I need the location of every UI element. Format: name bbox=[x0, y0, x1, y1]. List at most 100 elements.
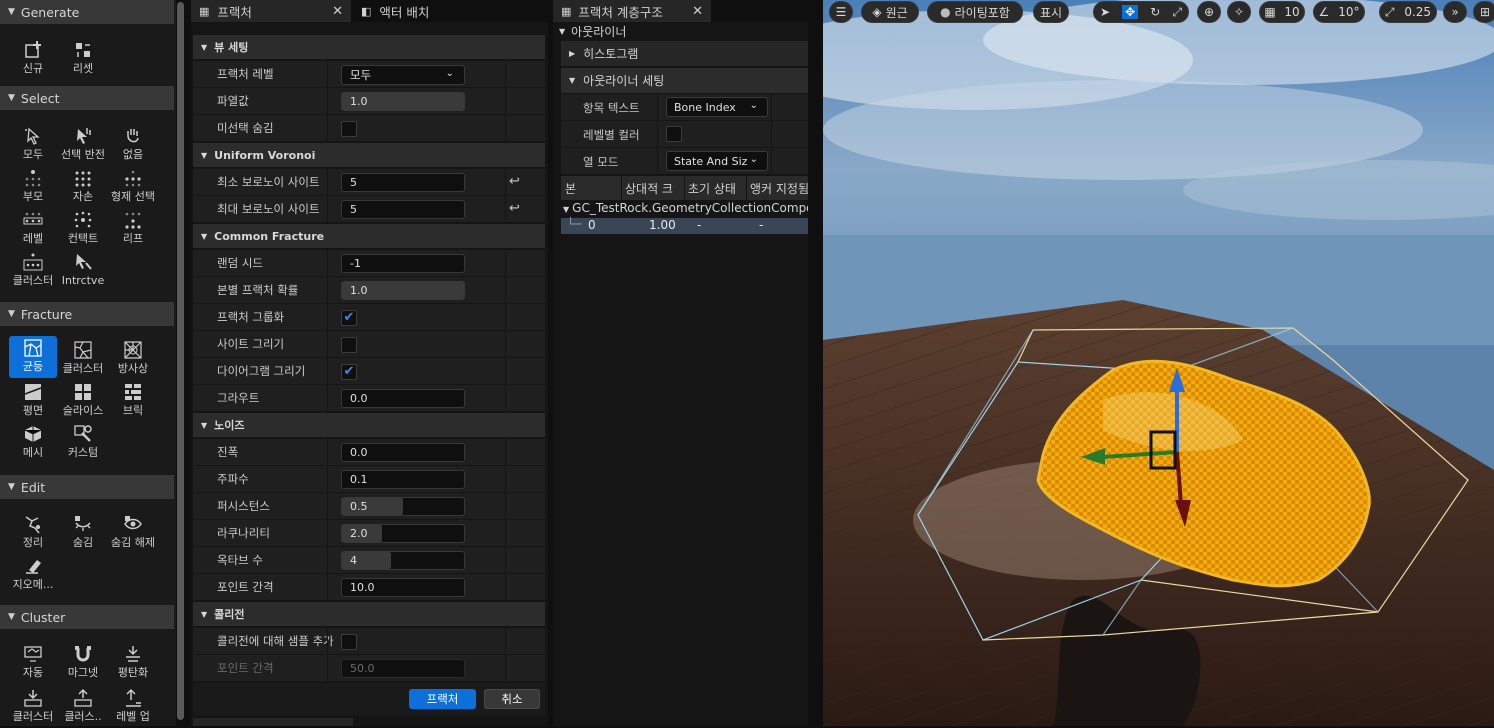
random-seed-input[interactable]: -1 bbox=[341, 254, 465, 273]
amplitude-input[interactable]: 0.0 bbox=[341, 443, 465, 462]
panel-splitter[interactable] bbox=[808, 0, 823, 726]
lighting-button[interactable]: ● 라이팅포함 bbox=[927, 1, 1023, 23]
tree-row[interactable]: └─ 0 1.00 - - bbox=[561, 217, 808, 234]
cluster-cluster-button[interactable]: 클러스터 bbox=[9, 686, 57, 728]
cluster-up-button[interactable]: 클러스.. bbox=[59, 686, 107, 728]
group-fracture-checkbox[interactable]: ✔ bbox=[341, 310, 357, 326]
section-select[interactable]: ▼ Select bbox=[0, 86, 174, 110]
scale-tool-icon[interactable]: ⤢ bbox=[1172, 5, 1182, 20]
section-edit[interactable]: ▼ Edit bbox=[0, 475, 174, 499]
histogram-section[interactable]: ▶ 히스토그램 bbox=[561, 41, 808, 66]
section-cluster[interactable]: ▼ Cluster bbox=[0, 605, 174, 629]
layout-button[interactable]: ⊞ bbox=[1473, 1, 1494, 23]
cluster-flatten-button[interactable]: 평탄화 bbox=[109, 642, 157, 684]
point-spacing-input[interactable]: 10.0 bbox=[341, 578, 465, 597]
edit-geometry-button[interactable]: 지오메... bbox=[9, 554, 57, 596]
group-view-settings[interactable]: ▼ 뷰 세팅 bbox=[193, 35, 545, 59]
grout-input[interactable]: 0.0 bbox=[341, 389, 465, 408]
viewport-menu-button[interactable]: ☰ bbox=[829, 1, 853, 23]
select-invert-button[interactable]: 선택 반전 bbox=[59, 124, 107, 166]
column-header[interactable]: 초기 상태 bbox=[688, 180, 736, 197]
section-generate[interactable]: ▼ Generate bbox=[0, 0, 174, 24]
cluster-auto-button[interactable]: 자동 bbox=[9, 642, 57, 684]
column-header[interactable]: 상대적 크 bbox=[625, 180, 683, 197]
column-mode-dropdown[interactable]: State And Siz ⌄ bbox=[666, 151, 768, 171]
select-parent-button[interactable]: 부모 bbox=[9, 166, 57, 208]
min-sites-input[interactable]: 5 bbox=[341, 173, 465, 192]
tree-root-item[interactable]: ▼ GC_TestRock.GeometryCollectionCompo bbox=[561, 201, 808, 218]
select-siblings-button[interactable]: 형제 선택 bbox=[109, 166, 157, 208]
fracture-clustered-button[interactable]: 클러스터 bbox=[59, 338, 107, 380]
fracture-mesh-button[interactable]: 메시 bbox=[9, 422, 57, 464]
reset-arrow-icon[interactable]: ↩ bbox=[509, 201, 520, 216]
fracture-slice-button[interactable]: 슬라이스 bbox=[59, 380, 107, 422]
outliner-settings-section[interactable]: ▼ 아웃라이너 세팅 bbox=[561, 68, 808, 93]
edit-unhide-button[interactable]: 숨김 해제 bbox=[109, 512, 157, 554]
cluster-level-up-button[interactable]: 레벨 업 bbox=[109, 686, 157, 728]
group-common-fracture[interactable]: ▼ Common Fracture bbox=[193, 224, 545, 248]
leaf-nodes-icon bbox=[123, 210, 143, 230]
hide-unselected-checkbox[interactable] bbox=[341, 121, 357, 137]
group-uniform-voronoi[interactable]: ▼ Uniform Voronoi bbox=[193, 143, 545, 167]
perspective-button[interactable]: ◈ 원근 bbox=[861, 1, 919, 23]
draw-sites-checkbox[interactable] bbox=[341, 337, 357, 353]
show-button[interactable]: 표시 bbox=[1033, 1, 1069, 23]
surface-snap-button[interactable]: ✧ bbox=[1227, 1, 1251, 23]
new-button[interactable]: 신규 bbox=[9, 38, 57, 80]
color-by-level-checkbox[interactable] bbox=[666, 126, 682, 142]
fracture-level-dropdown[interactable]: 모두 ⌄ bbox=[341, 65, 465, 85]
fracture-radial-button[interactable]: 방사상 bbox=[109, 338, 157, 380]
select-tool-icon[interactable]: ➤ bbox=[1100, 5, 1110, 19]
grid-snap-button[interactable]: ▦ 10 bbox=[1259, 1, 1305, 23]
cluster-magnet-button[interactable]: 마그넷 bbox=[59, 642, 107, 684]
explode-slider[interactable]: 1.0 bbox=[341, 92, 465, 111]
edit-hide-button[interactable]: 숨김 bbox=[59, 512, 107, 554]
max-sites-input[interactable]: 5 bbox=[341, 200, 465, 219]
expand-toolbar-button[interactable]: » bbox=[1443, 1, 1467, 23]
level-viewport[interactable]: ☰ ◈ 원근 ● 라이팅포함 표시 ➤ ✥ ↻ ⤢ ⊕ ✧ ▦ 10 ∠ 10° ⤢ 0.… bbox=[823, 0, 1494, 726]
add-samples-checkbox[interactable] bbox=[341, 634, 357, 650]
fracture-custom-button[interactable]: 커스텀 bbox=[59, 422, 107, 464]
cancel-button[interactable]: 취소 bbox=[484, 689, 540, 709]
tab-fracture[interactable]: ▦ 프랙처 ✕ bbox=[191, 0, 351, 22]
toolbar-scrollbar[interactable] bbox=[176, 0, 186, 726]
edit-prune-button[interactable]: 정리 bbox=[9, 512, 57, 554]
rotate-tool-icon[interactable]: ↻ bbox=[1150, 5, 1160, 19]
section-fracture[interactable]: ▼ Fracture bbox=[0, 302, 174, 326]
column-header[interactable]: 본 bbox=[565, 180, 576, 197]
reset-button[interactable]: 리셋 bbox=[59, 38, 107, 80]
select-all-button[interactable]: 모두 bbox=[9, 124, 57, 166]
select-level-button[interactable]: 레벨 bbox=[9, 208, 57, 250]
octaves-slider[interactable]: 4 bbox=[341, 551, 465, 570]
translate-tool-icon[interactable]: ✥ bbox=[1122, 5, 1139, 19]
column-header[interactable]: 앵커 지정됨 bbox=[750, 180, 808, 197]
frequency-input[interactable]: 0.1 bbox=[341, 470, 465, 489]
fracture-button[interactable]: 프랙처 bbox=[409, 689, 476, 709]
group-collision[interactable]: ▼ 콜리전 bbox=[193, 602, 545, 626]
scale-snap-button[interactable]: ⤢ 0.25 bbox=[1379, 1, 1437, 23]
tab-fracture-hierarchy[interactable]: ▦ 프랙처 계층구조 ✕ bbox=[553, 0, 711, 22]
select-interactive-button[interactable]: Intrctve bbox=[59, 250, 107, 292]
world-space-button[interactable]: ⊕ bbox=[1197, 1, 1221, 23]
draw-diagram-checkbox[interactable]: ✔ bbox=[341, 364, 357, 380]
rotation-snap-button[interactable]: ∠ 10° bbox=[1313, 1, 1365, 23]
fracture-brick-button[interactable]: 브릭 bbox=[109, 380, 157, 422]
item-text-dropdown[interactable]: Bone Index ⌄ bbox=[666, 97, 768, 117]
close-icon[interactable]: ✕ bbox=[692, 4, 703, 19]
lacunarity-slider[interactable]: 2.0 bbox=[341, 524, 465, 543]
chance-per-bone-slider[interactable]: 1.0 bbox=[341, 281, 465, 300]
select-contact-button[interactable]: 컨택트 bbox=[59, 208, 107, 250]
group-noise[interactable]: ▼ 노이즈 bbox=[193, 413, 545, 437]
reset-arrow-icon[interactable]: ↩ bbox=[509, 174, 520, 189]
select-none-button[interactable]: 없음 bbox=[109, 124, 157, 166]
fracture-uniform-button[interactable]: 균등 bbox=[9, 336, 57, 378]
persistence-slider[interactable]: 0.5 bbox=[341, 497, 465, 516]
select-cluster-button[interactable]: 클러스터 bbox=[9, 250, 57, 292]
scrollbar-thumb[interactable] bbox=[177, 2, 184, 720]
outliner-header[interactable]: ▼ 아웃라이너 bbox=[553, 22, 808, 40]
select-leaf-button[interactable]: 리프 bbox=[109, 208, 157, 250]
fracture-planar-button[interactable]: 평면 bbox=[9, 380, 57, 422]
tab-actor-placement[interactable]: ◧ 액터 배치 bbox=[353, 0, 539, 22]
select-children-button[interactable]: 자손 bbox=[59, 166, 107, 208]
close-icon[interactable]: ✕ bbox=[332, 4, 343, 19]
